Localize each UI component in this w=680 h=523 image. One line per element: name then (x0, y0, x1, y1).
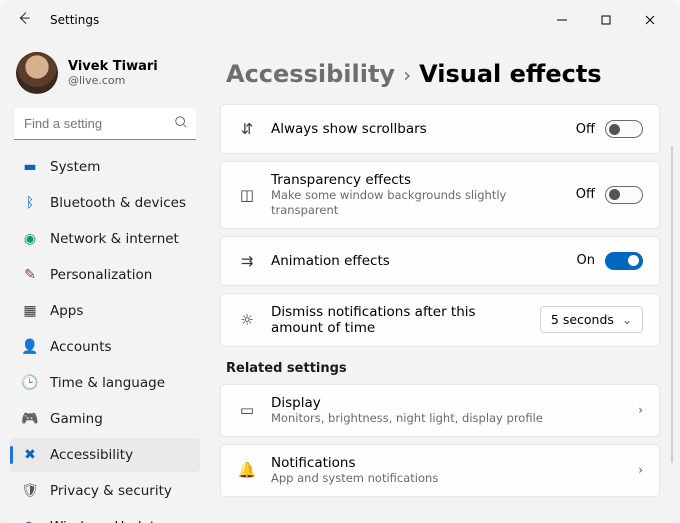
related-subtitle: App and system notifications (271, 471, 624, 486)
breadcrumb: Accessibility › Visual effects (220, 60, 660, 88)
sidebar-item-system[interactable]: ▬ System (10, 150, 200, 184)
brush-icon: ✎ (22, 267, 38, 283)
dismiss-dropdown[interactable]: 5 seconds ⌄ (540, 306, 643, 333)
clock-icon: 🕒 (22, 375, 38, 391)
minimize-button[interactable] (540, 5, 584, 35)
sidebar: Vivek Tiwari @live.com ▬ System ᛒ Bluetoot… (0, 40, 210, 523)
close-button[interactable] (628, 5, 672, 35)
user-icon: 👤 (22, 339, 38, 355)
toggle-label: Off (576, 187, 595, 202)
setting-title: Transparency effects (271, 172, 562, 188)
sidebar-item-privacy[interactable]: 🛡 Privacy & security (10, 474, 200, 508)
animation-toggle[interactable] (605, 252, 643, 270)
sidebar-item-label: Time & language (50, 375, 165, 391)
related-heading: Related settings (226, 361, 660, 376)
avatar (16, 52, 58, 94)
chevron-down-icon: ⌄ (622, 313, 632, 327)
system-icon: ▬ (22, 159, 38, 175)
chevron-right-icon: › (638, 403, 643, 417)
related-title: Notifications (271, 455, 624, 471)
dropdown-value: 5 seconds (551, 312, 614, 327)
setting-subtitle: Make some window backgrounds slightly tr… (271, 188, 562, 218)
setting-title: Dismiss notifications after this amount … (271, 304, 526, 336)
setting-title: Always show scrollbars (271, 121, 562, 137)
sidebar-item-network[interactable]: ◉ Network & internet (10, 222, 200, 256)
related-title: Display (271, 395, 624, 411)
bell-icon: 🔔 (237, 461, 257, 479)
sidebar-item-label: Accounts (50, 339, 112, 355)
related-notifications[interactable]: 🔔 Notifications App and system notificat… (220, 444, 660, 497)
user-name: Vivek Tiwari (68, 59, 158, 74)
scrollbar[interactable] (671, 146, 673, 463)
bluetooth-icon: ᛒ (22, 195, 38, 211)
sidebar-item-label: Bluetooth & devices (50, 195, 186, 211)
titlebar: Settings (0, 0, 680, 40)
apps-icon: ▦ (22, 303, 38, 319)
toggle-label: On (577, 253, 595, 268)
setting-scrollbars: ⇵ Always show scrollbars Off (220, 104, 660, 154)
gamepad-icon: 🎮 (22, 411, 38, 427)
sidebar-item-time[interactable]: 🕒 Time & language (10, 366, 200, 400)
page-title: Visual effects (419, 60, 602, 88)
scrollbars-toggle[interactable] (605, 120, 643, 138)
maximize-button[interactable] (584, 5, 628, 35)
breadcrumb-parent[interactable]: Accessibility (226, 60, 395, 88)
sidebar-item-accessibility[interactable]: ✖ Accessibility (10, 438, 200, 472)
animation-icon: ⇉ (237, 252, 257, 270)
toggle-label: Off (576, 122, 595, 137)
related-display[interactable]: ▭ Display Monitors, brightness, night li… (220, 384, 660, 437)
display-icon: ▭ (237, 401, 257, 419)
search-container (14, 108, 196, 140)
setting-transparency: ◫ Transparency effects Make some window … (220, 161, 660, 229)
search-input[interactable] (14, 108, 196, 140)
sidebar-item-label: Apps (50, 303, 83, 319)
scrollbar-icon: ⇵ (237, 120, 257, 138)
nav: ▬ System ᛒ Bluetooth & devices ◉ Network & … (6, 150, 204, 523)
user-card[interactable]: Vivek Tiwari @live.com (6, 46, 204, 108)
sidebar-item-apps[interactable]: ▦ Apps (10, 294, 200, 328)
shield-icon: 🛡 (22, 483, 38, 499)
sidebar-item-bluetooth[interactable]: ᛒ Bluetooth & devices (10, 186, 200, 220)
transparency-toggle[interactable] (605, 186, 643, 204)
sidebar-item-label: System (50, 159, 100, 175)
window-title: Settings (50, 13, 99, 27)
sidebar-item-gaming[interactable]: 🎮 Gaming (10, 402, 200, 436)
setting-animation: ⇉ Animation effects On (220, 236, 660, 286)
sidebar-item-label: Gaming (50, 411, 103, 427)
search-icon (174, 115, 188, 133)
brightness-icon: ☼ (237, 311, 257, 329)
sidebar-item-personalization[interactable]: ✎ Personalization (10, 258, 200, 292)
sidebar-item-label: Windows Update (50, 519, 163, 523)
sidebar-item-label: Privacy & security (50, 483, 172, 499)
related-subtitle: Monitors, brightness, night light, displ… (271, 411, 624, 426)
sidebar-item-label: Personalization (50, 267, 152, 283)
transparency-icon: ◫ (237, 186, 257, 204)
user-email: @live.com (68, 74, 158, 87)
sidebar-item-update[interactable]: ⟳ Windows Update (10, 510, 200, 523)
chevron-right-icon: › (638, 463, 643, 477)
setting-title: Animation effects (271, 253, 563, 269)
back-button[interactable] (14, 11, 34, 29)
chevron-right-icon: › (403, 63, 411, 87)
update-icon: ⟳ (22, 519, 38, 523)
wifi-icon: ◉ (22, 231, 38, 247)
settings-window: Settings Vivek Tiwari @live.com ▬ System (0, 0, 680, 523)
content-area: Accessibility › Visual effects ⇵ Always … (210, 40, 680, 523)
setting-dismiss-notifications: ☼ Dismiss notifications after this amoun… (220, 293, 660, 347)
sidebar-item-accounts[interactable]: 👤 Accounts (10, 330, 200, 364)
sidebar-item-label: Accessibility (50, 447, 133, 463)
sidebar-item-label: Network & internet (50, 231, 179, 247)
accessibility-icon: ✖ (22, 447, 38, 463)
